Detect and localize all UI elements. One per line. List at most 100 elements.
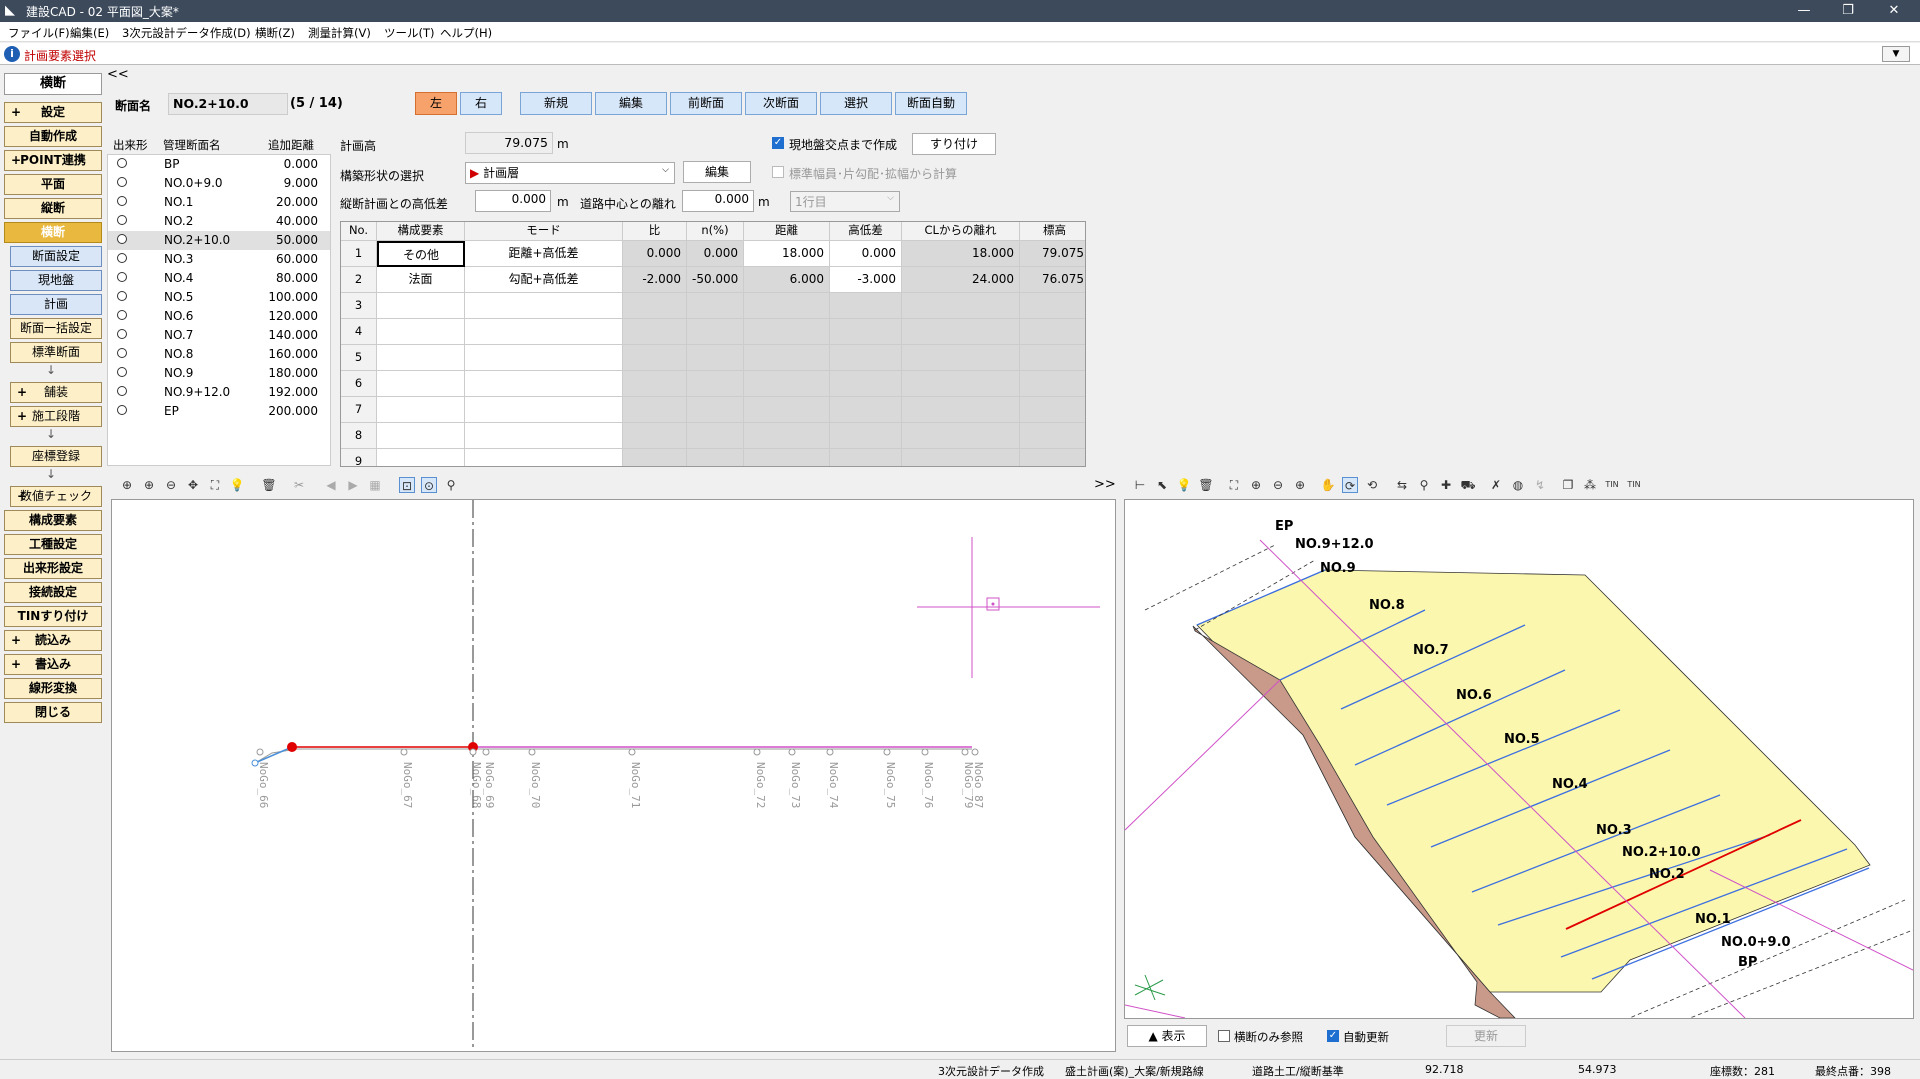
grid-cell[interactable] bbox=[623, 293, 687, 319]
sidebar-item-2[interactable]: POINT連携 bbox=[4, 150, 102, 171]
snap-icon[interactable]: ⊡ bbox=[399, 477, 415, 493]
ground-point[interactable] bbox=[971, 748, 979, 756]
grid-cell[interactable] bbox=[744, 293, 830, 319]
sidebar-item-21[interactable]: 接続設定 bbox=[4, 582, 102, 603]
dekigata-radio[interactable] bbox=[117, 177, 127, 187]
grid-cell[interactable] bbox=[902, 293, 1020, 319]
sidebar-item-23[interactable]: 読込み bbox=[4, 630, 102, 651]
sidebar-item-9[interactable]: 断面一括設定 bbox=[10, 318, 102, 339]
zoom-area-icon[interactable]: ⊕ bbox=[141, 477, 157, 493]
tin-icon[interactable]: TIN bbox=[1604, 477, 1620, 493]
grid-cell[interactable] bbox=[902, 345, 1020, 371]
grid-cell[interactable] bbox=[623, 423, 687, 449]
section-list-row[interactable]: NO.7 140.000 bbox=[108, 326, 330, 345]
edit-section-button[interactable]: 編集 bbox=[595, 92, 667, 115]
grid-cell[interactable] bbox=[377, 345, 465, 371]
grid-cell[interactable] bbox=[377, 423, 465, 449]
grid-cell[interactable] bbox=[830, 423, 902, 449]
section-list-row[interactable]: NO.3 60.000 bbox=[108, 250, 330, 269]
sidebar-item-15[interactable]: 座標登録 bbox=[10, 446, 102, 467]
dekigata-radio[interactable] bbox=[117, 272, 127, 282]
zoom-out-icon[interactable]: ⊖ bbox=[1270, 477, 1286, 493]
minimize-button[interactable]: — bbox=[1782, 0, 1826, 22]
grid-cell[interactable] bbox=[377, 449, 465, 466]
grid-cell[interactable] bbox=[687, 397, 744, 423]
tree-icon[interactable]: ⊢ bbox=[1132, 477, 1148, 493]
grid-cell[interactable] bbox=[377, 293, 465, 319]
point-add-icon[interactable]: ✚ bbox=[1438, 477, 1454, 493]
prev-icon[interactable]: ◀ bbox=[323, 477, 339, 493]
menu-edit[interactable]: 編集(E) bbox=[70, 25, 109, 41]
section-list-row[interactable]: NO.8 160.000 bbox=[108, 345, 330, 364]
zoom-out-icon[interactable]: ⊖ bbox=[163, 477, 179, 493]
section-list-row[interactable]: EP 200.000 bbox=[108, 402, 330, 421]
grid-cell[interactable] bbox=[465, 345, 623, 371]
dekigata-radio[interactable] bbox=[117, 158, 127, 168]
ground-point[interactable] bbox=[256, 748, 264, 756]
grid-cell[interactable]: 法面 bbox=[377, 267, 465, 293]
grid-cell[interactable]: 距離+高低差 bbox=[465, 241, 623, 267]
grid-cell[interactable] bbox=[744, 345, 830, 371]
fit-view-icon[interactable]: ⛶ bbox=[207, 477, 223, 493]
ground-point[interactable] bbox=[826, 748, 834, 756]
grid-cell[interactable] bbox=[830, 449, 902, 466]
grid-cell[interactable] bbox=[1020, 345, 1085, 371]
rotate-zoom-icon[interactable]: ⟲ bbox=[1364, 477, 1380, 493]
grid-cell[interactable] bbox=[465, 371, 623, 397]
left-side-button[interactable]: 左 bbox=[415, 92, 457, 115]
section-list-row[interactable]: NO.1 20.000 bbox=[108, 193, 330, 212]
ground-point[interactable] bbox=[788, 748, 796, 756]
measure-icon[interactable]: ✂ bbox=[291, 477, 307, 493]
fit-view-icon[interactable]: ⛶ bbox=[1226, 477, 1242, 493]
menu-cross[interactable]: 横断(Z) bbox=[255, 25, 295, 41]
cross-section-canvas[interactable]: NoGo_66 NoGo_67 NoGo_68 NoGo_69 NoGo_70 NoGo_… bbox=[111, 499, 1116, 1052]
sidebar-item-12[interactable]: 舗装 bbox=[10, 382, 102, 403]
layer-icon[interactable]: ❐ bbox=[1560, 477, 1576, 493]
tool-icon[interactable]: ↯ bbox=[1532, 477, 1548, 493]
close-button[interactable]: ✕ bbox=[1872, 0, 1916, 22]
grid-cell[interactable]: 18.000 bbox=[902, 241, 1020, 267]
grid-cell[interactable] bbox=[744, 397, 830, 423]
shape-select[interactable]: ▶ 計画層 ⌵ bbox=[465, 162, 675, 184]
sidebar-item-4[interactable]: 縦断 bbox=[4, 198, 102, 219]
search-icon[interactable]: ⚲ bbox=[1416, 477, 1432, 493]
next-icon[interactable]: ▶ bbox=[345, 477, 361, 493]
grid-cell[interactable] bbox=[623, 319, 687, 345]
prev-section-button[interactable]: 前断面 bbox=[670, 92, 742, 115]
grid-cell[interactable] bbox=[623, 449, 687, 466]
grid-cell[interactable]: 0.000 bbox=[623, 241, 687, 267]
grid-cell[interactable] bbox=[377, 371, 465, 397]
panel-dropdown-button[interactable]: ▼ bbox=[1882, 46, 1910, 62]
grid-cell[interactable]: 0.000 bbox=[687, 241, 744, 267]
light-icon[interactable]: 💡 bbox=[229, 477, 245, 493]
grid-cell[interactable] bbox=[744, 371, 830, 397]
shape-edit-button[interactable]: 編集 bbox=[683, 161, 751, 183]
grid-cell[interactable]: 勾配+高低差 bbox=[465, 267, 623, 293]
section-list-row[interactable]: NO.2 40.000 bbox=[108, 212, 330, 231]
ground-point[interactable] bbox=[400, 748, 408, 756]
grid-cell[interactable] bbox=[1020, 449, 1085, 466]
palette-icon[interactable]: ◍ bbox=[1510, 477, 1526, 493]
grid-cell[interactable]: -50.000 bbox=[687, 267, 744, 293]
ground-point[interactable] bbox=[921, 748, 929, 756]
grid-cell[interactable] bbox=[1020, 371, 1085, 397]
ground-point[interactable] bbox=[469, 748, 477, 756]
hand-icon[interactable]: ✋ bbox=[1320, 477, 1336, 493]
sidebar-item-3[interactable]: 平面 bbox=[4, 174, 102, 195]
grid-scrollbar[interactable] bbox=[1907, 221, 1915, 431]
rotate-icon[interactable]: ⟳ bbox=[1342, 477, 1358, 493]
sidebar-item-10[interactable]: 標準断面 bbox=[10, 342, 102, 363]
cross-only-checkbox[interactable] bbox=[1218, 1030, 1230, 1042]
sidebar-item-7[interactable]: 現地盤 bbox=[10, 270, 102, 291]
pointer-icon[interactable]: ⬉ bbox=[1154, 477, 1170, 493]
dekigata-radio[interactable] bbox=[117, 196, 127, 206]
ground-point[interactable] bbox=[883, 748, 891, 756]
update-button[interactable]: 更新 bbox=[1446, 1025, 1526, 1047]
section-list-row[interactable]: NO.9 180.000 bbox=[108, 364, 330, 383]
dekigata-radio[interactable] bbox=[117, 348, 127, 358]
menu-tools[interactable]: ツール(T) bbox=[384, 25, 435, 41]
section-list-row[interactable]: NO.5 100.000 bbox=[108, 288, 330, 307]
grid-cell[interactable] bbox=[830, 371, 902, 397]
grid-cell[interactable]: -3.000 bbox=[830, 267, 902, 293]
menu-survey[interactable]: 測量計算(V) bbox=[308, 25, 371, 41]
